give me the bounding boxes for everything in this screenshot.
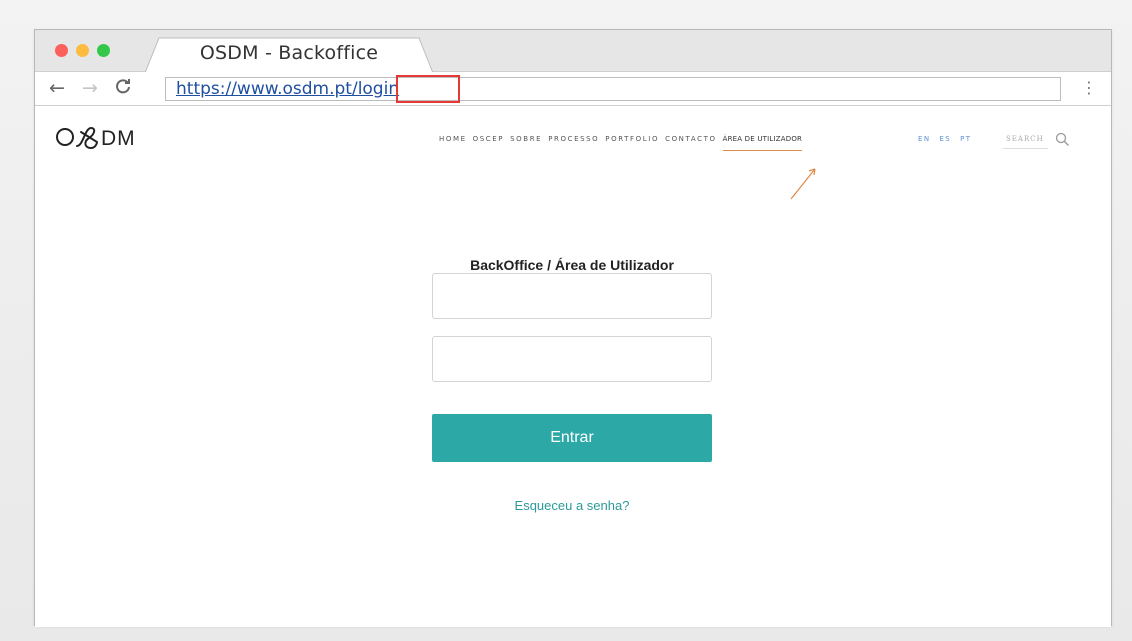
reload-icon[interactable]: [115, 78, 131, 99]
nav-item-contacto[interactable]: CONTACTO: [665, 135, 717, 143]
annotation-arrow-icon: [790, 168, 816, 200]
language-switcher: EN ES PT: [918, 135, 971, 143]
login-path-highlight: [396, 75, 460, 103]
nav-item-processo[interactable]: PROCESSO: [548, 135, 599, 143]
search-label[interactable]: SEARCH: [1006, 135, 1044, 143]
nav-item-home[interactable]: HOME: [439, 135, 467, 143]
password-field[interactable]: [432, 336, 712, 382]
lang-es[interactable]: ES: [939, 135, 951, 143]
browser-title-bar: OSDM - Backoffice: [35, 30, 1111, 73]
browser-window: OSDM - Backoffice ← → https://www.osdm.p…: [34, 29, 1112, 627]
maximize-window-button[interactable]: [97, 44, 110, 57]
back-arrow-icon[interactable]: ←: [49, 78, 65, 98]
nav-item-oscep[interactable]: OSCEP: [473, 135, 505, 143]
forgot-password-link[interactable]: Esqueceu a senha?: [432, 498, 712, 513]
close-window-button[interactable]: [55, 44, 68, 57]
lang-en[interactable]: EN: [918, 135, 930, 143]
address-bar[interactable]: https://www.osdm.pt/login: [165, 75, 1061, 103]
site-logo[interactable]: DM: [55, 122, 165, 158]
nav-item-portfolio[interactable]: PORTFOLIO: [605, 135, 659, 143]
login-button[interactable]: Entrar: [432, 414, 712, 462]
page-title: BackOffice / Área de Utilizador: [470, 257, 674, 273]
search-underline: [1003, 148, 1048, 149]
nav-item-area-utilizador[interactable]: ÁREA DE UTILIZADOR: [722, 135, 803, 151]
nav-item-sobre[interactable]: SOBRE: [510, 135, 542, 143]
forward-arrow-icon[interactable]: →: [82, 78, 98, 98]
browser-menu-icon[interactable]: ⋮: [1081, 78, 1097, 97]
username-field[interactable]: [432, 273, 712, 319]
tab-title[interactable]: OSDM - Backoffice: [165, 42, 413, 64]
svg-text:DM: DM: [101, 127, 136, 150]
browser-toolbar: ← → https://www.osdm.pt/login ⋮: [35, 72, 1111, 106]
main-nav: HOME OSCEP SOBRE PROCESSO PORTFOLIO CONT…: [439, 135, 803, 151]
search-icon[interactable]: [1055, 132, 1070, 151]
page-content: DM HOME OSCEP SOBRE PROCESSO PORTFOLIO C…: [35, 107, 1111, 627]
url-text[interactable]: https://www.osdm.pt/login: [176, 79, 399, 99]
minimize-window-button[interactable]: [76, 44, 89, 57]
lang-pt[interactable]: PT: [960, 135, 971, 143]
